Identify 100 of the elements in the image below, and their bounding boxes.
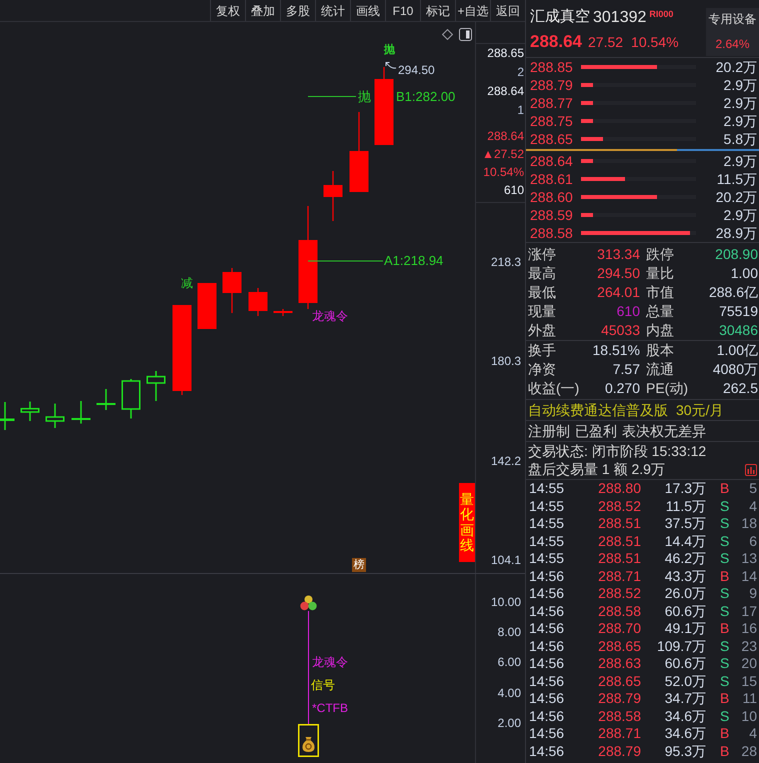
toolbar-button[interactable]: 多股: [280, 0, 315, 21]
order-volume: 2.9万: [722, 206, 757, 224]
trade-side: B: [720, 690, 730, 708]
trade-side: B: [720, 568, 730, 585]
candlestick: [122, 379, 140, 418]
trade-volume: 37.5万: [664, 515, 706, 532]
trade-side: S: [720, 655, 730, 672]
order-volume: 2.9万: [722, 152, 757, 170]
panel-toggle-icon[interactable]: [459, 28, 472, 41]
trade-side: S: [720, 498, 730, 515]
formula-label: *CTFB: [312, 701, 348, 715]
signal-label: 抛: [384, 43, 395, 57]
trade-volume: 49.1万: [664, 620, 706, 638]
toolbar-button[interactable]: 统计: [315, 0, 350, 21]
stat-label: 股本: [646, 341, 674, 360]
stat-label: 外盘: [528, 321, 556, 340]
axis-tick-label: 10.00: [490, 594, 521, 610]
trade-time: 14:56: [529, 638, 566, 655]
trade-count: 9: [748, 585, 757, 602]
trade-price: 288.65: [597, 672, 641, 690]
trade-price: 288.79: [597, 742, 641, 760]
price-level-label: A1:218.94: [384, 253, 444, 269]
ask-price: 288.65: [487, 45, 524, 62]
trade-count: 16: [740, 620, 757, 638]
price-level-line: [308, 96, 356, 97]
order-volume: 20.2万: [714, 188, 757, 206]
order-price: 288.58: [530, 224, 574, 242]
trade-time: 14:56: [529, 585, 566, 602]
order-volume: 2.9万: [722, 94, 757, 112]
stat-label: 涨停: [528, 245, 556, 264]
candlestick: [0, 402, 14, 430]
trade-side: S: [720, 550, 730, 568]
trade-time: 14:56: [529, 725, 566, 742]
signal-label: 信号: [311, 678, 335, 692]
diamond-icon[interactable]: [442, 29, 453, 40]
trade-price: 288.63: [597, 655, 641, 672]
trade-count: 6: [748, 532, 757, 550]
trade-count: 18: [740, 515, 757, 532]
toolbar-button[interactable]: 返回: [490, 0, 525, 21]
order-price: 288.64: [530, 152, 574, 170]
stat-value: 4080万: [712, 360, 758, 379]
trade-volume: 43.3万: [664, 568, 706, 585]
bar-chart-icon[interactable]: [745, 464, 757, 476]
trade-time: 14:56: [529, 708, 566, 725]
toolbar-button[interactable]: 叠加: [245, 0, 280, 21]
trade-time: 14:56: [529, 602, 566, 620]
trade-price: 288.52: [597, 498, 641, 515]
trade-time: 14:55: [529, 550, 566, 568]
order-price: 288.60: [530, 188, 574, 206]
candlestick: [146, 371, 166, 401]
stat-label: 内盘: [646, 321, 674, 340]
industry-name[interactable]: 专用设备: [708, 11, 756, 27]
trade-volume: 14.4万: [664, 532, 706, 550]
trade-count: 4: [748, 725, 757, 742]
trade-price: 288.71: [597, 725, 641, 742]
price-change: 27.52: [588, 32, 624, 52]
trade-side: B: [720, 620, 730, 638]
stat-label: 收益(一): [528, 379, 580, 398]
trade-count: 11: [741, 690, 757, 708]
balls-icon: [300, 595, 317, 611]
toolbar-button[interactable]: 复权: [210, 0, 245, 21]
trade-time: 14:56: [529, 568, 566, 585]
stat-value: 45033: [601, 321, 640, 340]
stock-name: 汇成真空: [530, 7, 590, 28]
trade-volume: 46.2万: [664, 550, 706, 568]
trade-volume: 17.3万: [664, 480, 706, 498]
toolbar-button[interactable]: F10: [385, 0, 420, 21]
axis-tick-label: 104.1: [490, 552, 521, 568]
rank-badge[interactable]: 榜: [352, 558, 366, 572]
stat-value: 0.270: [604, 379, 640, 398]
stat-value: 262.5: [722, 379, 758, 398]
trade-volume: 34.6万: [664, 725, 706, 742]
trade-side: S: [720, 532, 730, 550]
trade-count: 13: [740, 550, 757, 568]
stat-value: 7.57: [612, 360, 640, 379]
promo-price[interactable]: 30元/月: [676, 400, 724, 420]
order-price: 288.85: [530, 58, 574, 76]
quant-drawing-tab[interactable]: 量化画线: [459, 483, 475, 562]
stock-tag: 表决权无差异: [622, 420, 706, 442]
signal-label: 减: [181, 275, 193, 291]
toolbar-button[interactable]: +自选: [455, 0, 490, 21]
trade-count: 14: [740, 568, 757, 585]
bid-price: 288.64: [487, 83, 524, 100]
trade-volume: 26.0万: [664, 585, 706, 602]
toolbar-button[interactable]: 标记: [420, 0, 455, 21]
axis-tick-label: 8.00: [498, 624, 521, 640]
stat-label: 换手: [528, 341, 556, 360]
stat-label: 跌停: [646, 245, 674, 264]
trade-time: 14:56: [529, 742, 566, 760]
promo-link[interactable]: 自动续费通达信普及版: [528, 400, 668, 420]
trade-side: S: [720, 638, 730, 655]
trade-volume: 11.5万: [664, 498, 706, 515]
trade-volume: 109.7万: [656, 638, 706, 655]
trade-side: S: [720, 602, 730, 620]
last-price: 288.64: [530, 31, 582, 54]
trade-time: 14:56: [529, 655, 566, 672]
order-volume: 2.9万: [722, 112, 757, 130]
trade-time: 14:56: [529, 620, 566, 638]
last-volume-label: 610: [504, 182, 524, 199]
toolbar-button[interactable]: 画线: [350, 0, 385, 21]
